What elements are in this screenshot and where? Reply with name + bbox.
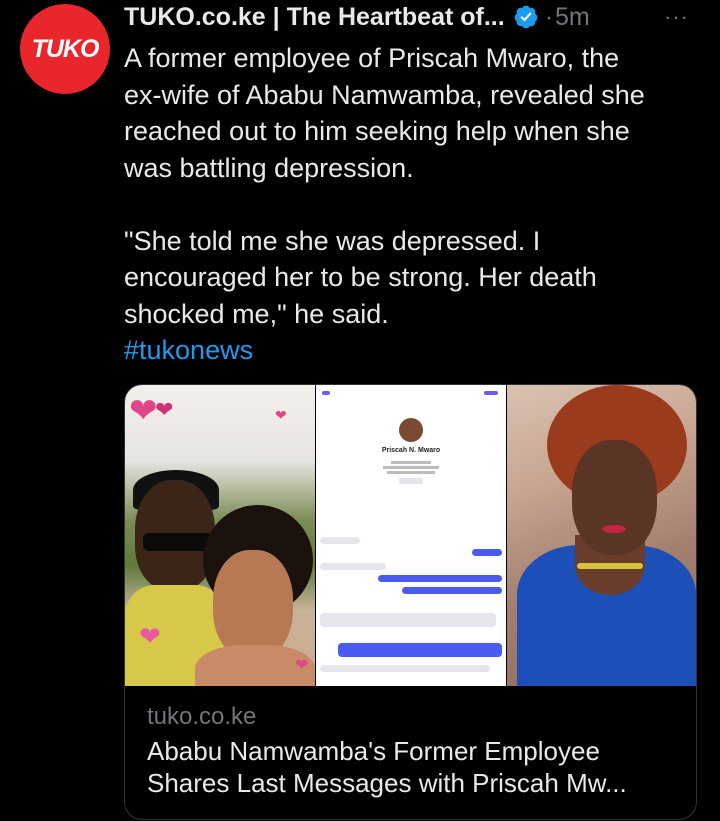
chat-profile-name: Priscah N. Mwaro xyxy=(381,447,441,454)
tweet-text: A former employee of Priscah Mwaro, the … xyxy=(124,40,704,369)
hashtag-link[interactable]: #tukonews xyxy=(124,335,253,365)
chat-profile-details xyxy=(316,459,506,488)
verified-badge-icon xyxy=(514,5,538,29)
heart-decoration-icon: ❤ xyxy=(129,392,158,430)
chat-profile-avatar xyxy=(399,418,423,442)
photo-shape xyxy=(143,533,213,551)
photo-shape xyxy=(572,440,657,555)
heart-decoration-icon: ❤ xyxy=(275,407,287,423)
chat-bubble xyxy=(320,537,360,544)
photo-shape xyxy=(602,525,626,533)
chat-bubble xyxy=(472,549,502,556)
chat-toolbar-icon xyxy=(322,391,330,395)
more-options-icon[interactable]: ··· xyxy=(664,4,689,30)
header-separator: · xyxy=(544,2,554,31)
chat-bubble xyxy=(338,643,502,657)
heart-decoration-icon: ❤ xyxy=(295,657,309,674)
chat-bubble xyxy=(320,665,490,672)
chat-screenshot: Priscah N. Mwaro xyxy=(316,385,506,686)
couple-photo: ❤ ❤ ❤ ❤ ❤ xyxy=(125,385,315,686)
chat-toolbar-icon xyxy=(484,391,498,395)
tweet-body: A former employee of Priscah Mwaro, the … xyxy=(124,43,645,329)
portrait-photo xyxy=(507,385,696,686)
heart-decoration-icon: ❤ xyxy=(155,397,174,422)
chat-bubble xyxy=(320,563,386,570)
heart-decoration-icon: ❤ xyxy=(139,621,161,651)
chat-bubble xyxy=(402,587,502,594)
photo-shape xyxy=(577,563,643,569)
photo-shape xyxy=(213,550,293,660)
card-domain: tuko.co.ke xyxy=(147,703,257,730)
chat-bubble xyxy=(378,575,502,582)
card-image-collage[interactable]: ❤ ❤ ❤ ❤ ❤ Priscah N. Mwaro xyxy=(125,385,696,686)
card-title[interactable]: Ababu Namwamba's Former Employee Shares … xyxy=(147,735,677,799)
account-avatar[interactable]: TUKO xyxy=(20,4,110,94)
link-preview-card[interactable]: ❤ ❤ ❤ ❤ ❤ Priscah N. Mwaro tuko.co.ke Ab… xyxy=(124,384,697,820)
chat-bubble xyxy=(320,613,496,627)
avatar-logo-text: TUKO xyxy=(31,34,100,63)
tweet-header: TUKO.co.ke | The Heartbeat of... · 5m xyxy=(124,0,590,34)
tweet-timestamp[interactable]: 5m xyxy=(555,3,590,32)
account-name[interactable]: TUKO.co.ke | The Heartbeat of... xyxy=(124,3,505,32)
